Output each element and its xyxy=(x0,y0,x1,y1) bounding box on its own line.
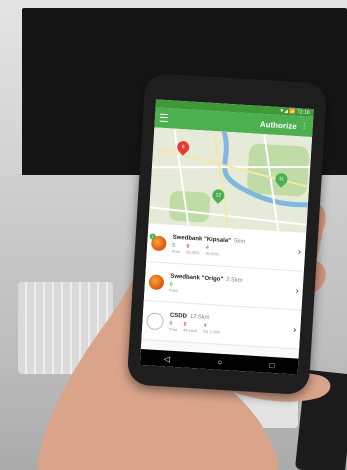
stat-available: 4 for 2.00/h xyxy=(203,322,221,334)
phone: ▼◢ 📶 72:18 Authorize ⋮ 6 12 11 1 Swedban… xyxy=(126,72,328,396)
count-badge: 1 xyxy=(149,232,156,240)
stat-sub: Free xyxy=(171,248,181,254)
stat-busy: 0 49 km/h xyxy=(183,321,198,333)
map-pin-label: 6 xyxy=(181,144,185,151)
kebab-icon[interactable]: ⋮ xyxy=(300,122,307,130)
station-info: CSDD 12.5km 0 Free 0 49 km/h 4 for 2.00/h xyxy=(169,312,294,339)
chevron-right-icon[interactable]: › xyxy=(295,285,299,295)
map-pin-label: 11 xyxy=(278,176,285,183)
authorize-button[interactable]: Authorize xyxy=(260,119,297,130)
stat-sub: for 2.00/h xyxy=(203,328,221,335)
back-icon[interactable]: ◁ xyxy=(164,354,171,363)
stat-free: 5 Free xyxy=(172,242,181,253)
map-view[interactable]: 6 12 11 xyxy=(148,127,313,233)
swedbank-logo xyxy=(148,273,165,290)
stat-available: 4 82.00% xyxy=(205,244,219,256)
stat-sub: 49 km/h xyxy=(183,327,198,333)
stat-sub: 55.00% xyxy=(185,249,200,255)
app-bar-actions: Authorize ⋮ xyxy=(260,119,308,131)
station-title: CSDD xyxy=(169,312,188,320)
recents-icon[interactable]: □ xyxy=(269,360,274,369)
station-distance: 5km xyxy=(233,237,246,245)
stat-sub: Free xyxy=(169,287,178,293)
station-info: Swedbank "Kipsala" 5km 5 Free 0 55.00% 4 82.… xyxy=(172,234,299,261)
map-pin-label: 12 xyxy=(215,192,222,199)
menu-icon[interactable] xyxy=(159,113,169,123)
chevron-right-icon[interactable]: › xyxy=(298,246,302,256)
chevron-right-icon[interactable]: › xyxy=(293,324,297,334)
stat-sub: Free xyxy=(168,326,178,332)
stat-free: 0 Free xyxy=(169,281,178,292)
station-info: Swedbank "Origo" 2.5km 0 Free xyxy=(169,273,296,300)
station-distance: 12.5km xyxy=(189,313,210,321)
android-nav-bar: ◁ ○ □ xyxy=(139,348,299,375)
stat-busy: 0 55.00% xyxy=(186,243,200,255)
stat-free: 0 Free xyxy=(169,320,178,331)
station-list: 1 Swedbank "Kipsala" 5km 5 Free 0 55.00% 48… xyxy=(141,223,307,350)
station-row[interactable]: CSDD 12.5km 0 Free 0 49 km/h 4 for 2.00/h › xyxy=(141,301,302,350)
phone-screen: ▼◢ 📶 72:18 Authorize ⋮ 6 12 11 1 Swedban… xyxy=(139,99,314,375)
station-distance: 2.5km xyxy=(226,276,243,284)
swedbank-logo: 1 xyxy=(149,232,167,251)
home-icon[interactable]: ○ xyxy=(217,357,222,366)
photo-scene: ▼◢ 📶 72:18 Authorize ⋮ 6 12 11 1 Swedban… xyxy=(0,0,347,470)
stat-sub: 82.00% xyxy=(205,250,220,257)
csdd-logo xyxy=(146,311,165,330)
